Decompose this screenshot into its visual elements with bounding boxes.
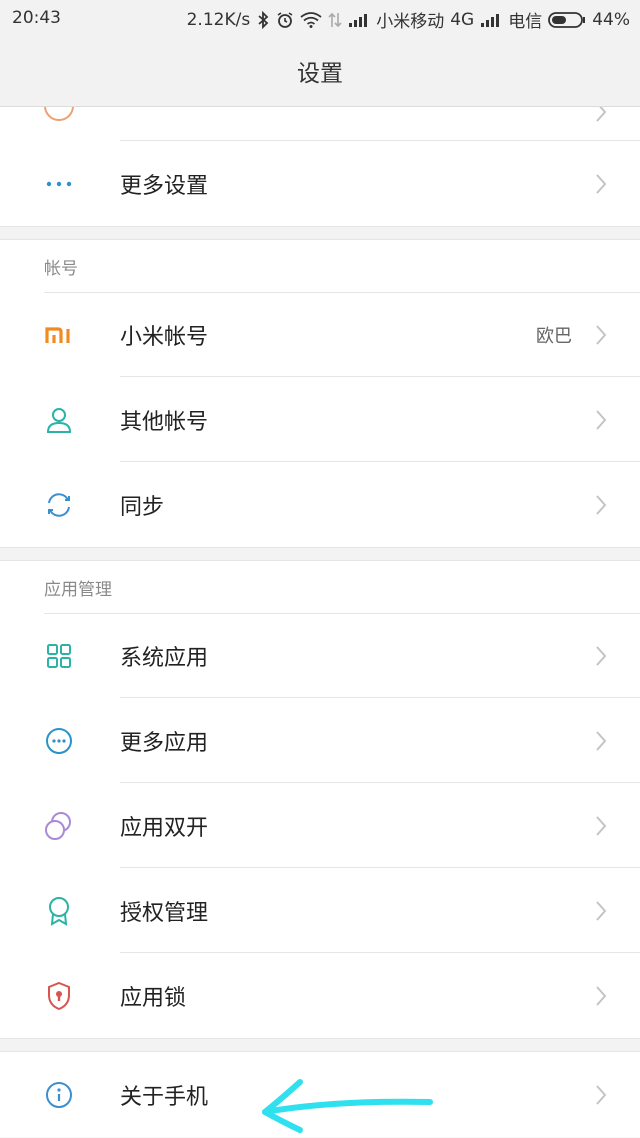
status-right: 2.12K/s 小米移动 4G 电信 44% <box>186 7 630 33</box>
person-icon <box>44 405 74 435</box>
wifi-icon <box>300 11 322 28</box>
row-system-apps[interactable]: 系统应用 <box>0 613 640 698</box>
section-apps: 应用管理 系统应用 更多应用 应用双开 授权管理 应用锁 <box>0 561 640 1038</box>
network-type: 4G <box>450 9 475 30</box>
status-time: 20:43 <box>12 8 61 28</box>
status-bar: 20:43 2.12K/s 小米移动 4G 电信 44% <box>0 0 640 36</box>
page-title: 设置 <box>297 61 343 87</box>
chevron-right-icon <box>594 1084 608 1106</box>
row-label: 系统应用 <box>120 645 209 671</box>
battery-icon <box>548 11 586 29</box>
chevron-right-icon <box>594 730 608 752</box>
network-speed: 2.12K/s <box>186 9 251 30</box>
section-gap <box>0 547 640 561</box>
carrier1-name: 小米移动 <box>376 12 445 32</box>
chevron-right-icon <box>594 645 608 667</box>
carrier2-name: 电信 <box>508 12 543 32</box>
partial-row-chevron-icon <box>594 107 608 123</box>
alarm-icon <box>276 11 294 29</box>
row-divider <box>44 613 640 614</box>
dual-circle-icon <box>44 811 74 841</box>
row-label: 应用锁 <box>120 985 187 1011</box>
row-label: 同步 <box>120 494 165 520</box>
chevron-right-icon <box>594 815 608 837</box>
mi-logo-icon <box>44 320 74 350</box>
row-label: 更多应用 <box>120 730 209 756</box>
row-dual-apps[interactable]: 应用双开 <box>0 783 640 868</box>
partial-row-icon <box>44 107 74 121</box>
more-circle-icon <box>44 726 74 756</box>
data-transfer-icon <box>328 11 342 29</box>
row-more-apps[interactable]: 更多应用 <box>0 698 640 783</box>
section-top: 更多设置 <box>0 107 640 226</box>
row-more-settings[interactable]: 更多设置 <box>0 141 640 226</box>
info-icon <box>44 1080 74 1110</box>
section-header: 帐号 <box>44 258 78 279</box>
section-header: 应用管理 <box>44 579 112 600</box>
partial-row <box>0 107 640 141</box>
row-sync[interactable]: 同步 <box>0 462 640 547</box>
row-app-lock[interactable]: 应用锁 <box>0 953 640 1038</box>
chevron-right-icon <box>594 494 608 516</box>
row-label: 小米帐号 <box>120 324 209 350</box>
row-divider <box>44 292 640 293</box>
chevron-right-icon <box>594 324 608 346</box>
row-mi-account[interactable]: 小米帐号 欧巴 <box>0 292 640 377</box>
section-gap <box>0 226 640 240</box>
bluetooth-icon <box>256 10 270 29</box>
annotation-arrow-icon <box>262 1079 433 1133</box>
settings-list: 更多设置 帐号 小米帐号 欧巴 其他帐号 同步 应用管理 系统应用 更多应用 应… <box>0 107 640 1137</box>
chevron-right-icon <box>594 985 608 1007</box>
row-label: 授权管理 <box>120 900 209 926</box>
row-permissions[interactable]: 授权管理 <box>0 868 640 953</box>
badge-icon <box>44 896 74 926</box>
chevron-right-icon <box>594 900 608 922</box>
battery-percent: 44% <box>592 9 630 30</box>
chevron-right-icon <box>594 409 608 431</box>
signal-icon <box>348 13 370 27</box>
row-label: 更多设置 <box>120 173 209 199</box>
more-dots-icon <box>44 169 74 199</box>
chevron-right-icon <box>594 173 608 195</box>
section-gap <box>0 1038 640 1052</box>
grid-icon <box>44 641 74 671</box>
account-name-value: 欧巴 <box>536 325 572 347</box>
row-label: 应用双开 <box>120 815 209 841</box>
sync-icon <box>44 490 74 520</box>
section-accounts: 帐号 小米帐号 欧巴 其他帐号 同步 <box>0 240 640 547</box>
shield-lock-icon <box>44 981 74 1011</box>
row-other-accounts[interactable]: 其他帐号 <box>0 377 640 462</box>
row-label: 其他帐号 <box>120 409 209 435</box>
signal2-icon <box>480 13 502 27</box>
title-bar: 设置 <box>0 36 640 107</box>
row-label: 关于手机 <box>120 1084 209 1110</box>
